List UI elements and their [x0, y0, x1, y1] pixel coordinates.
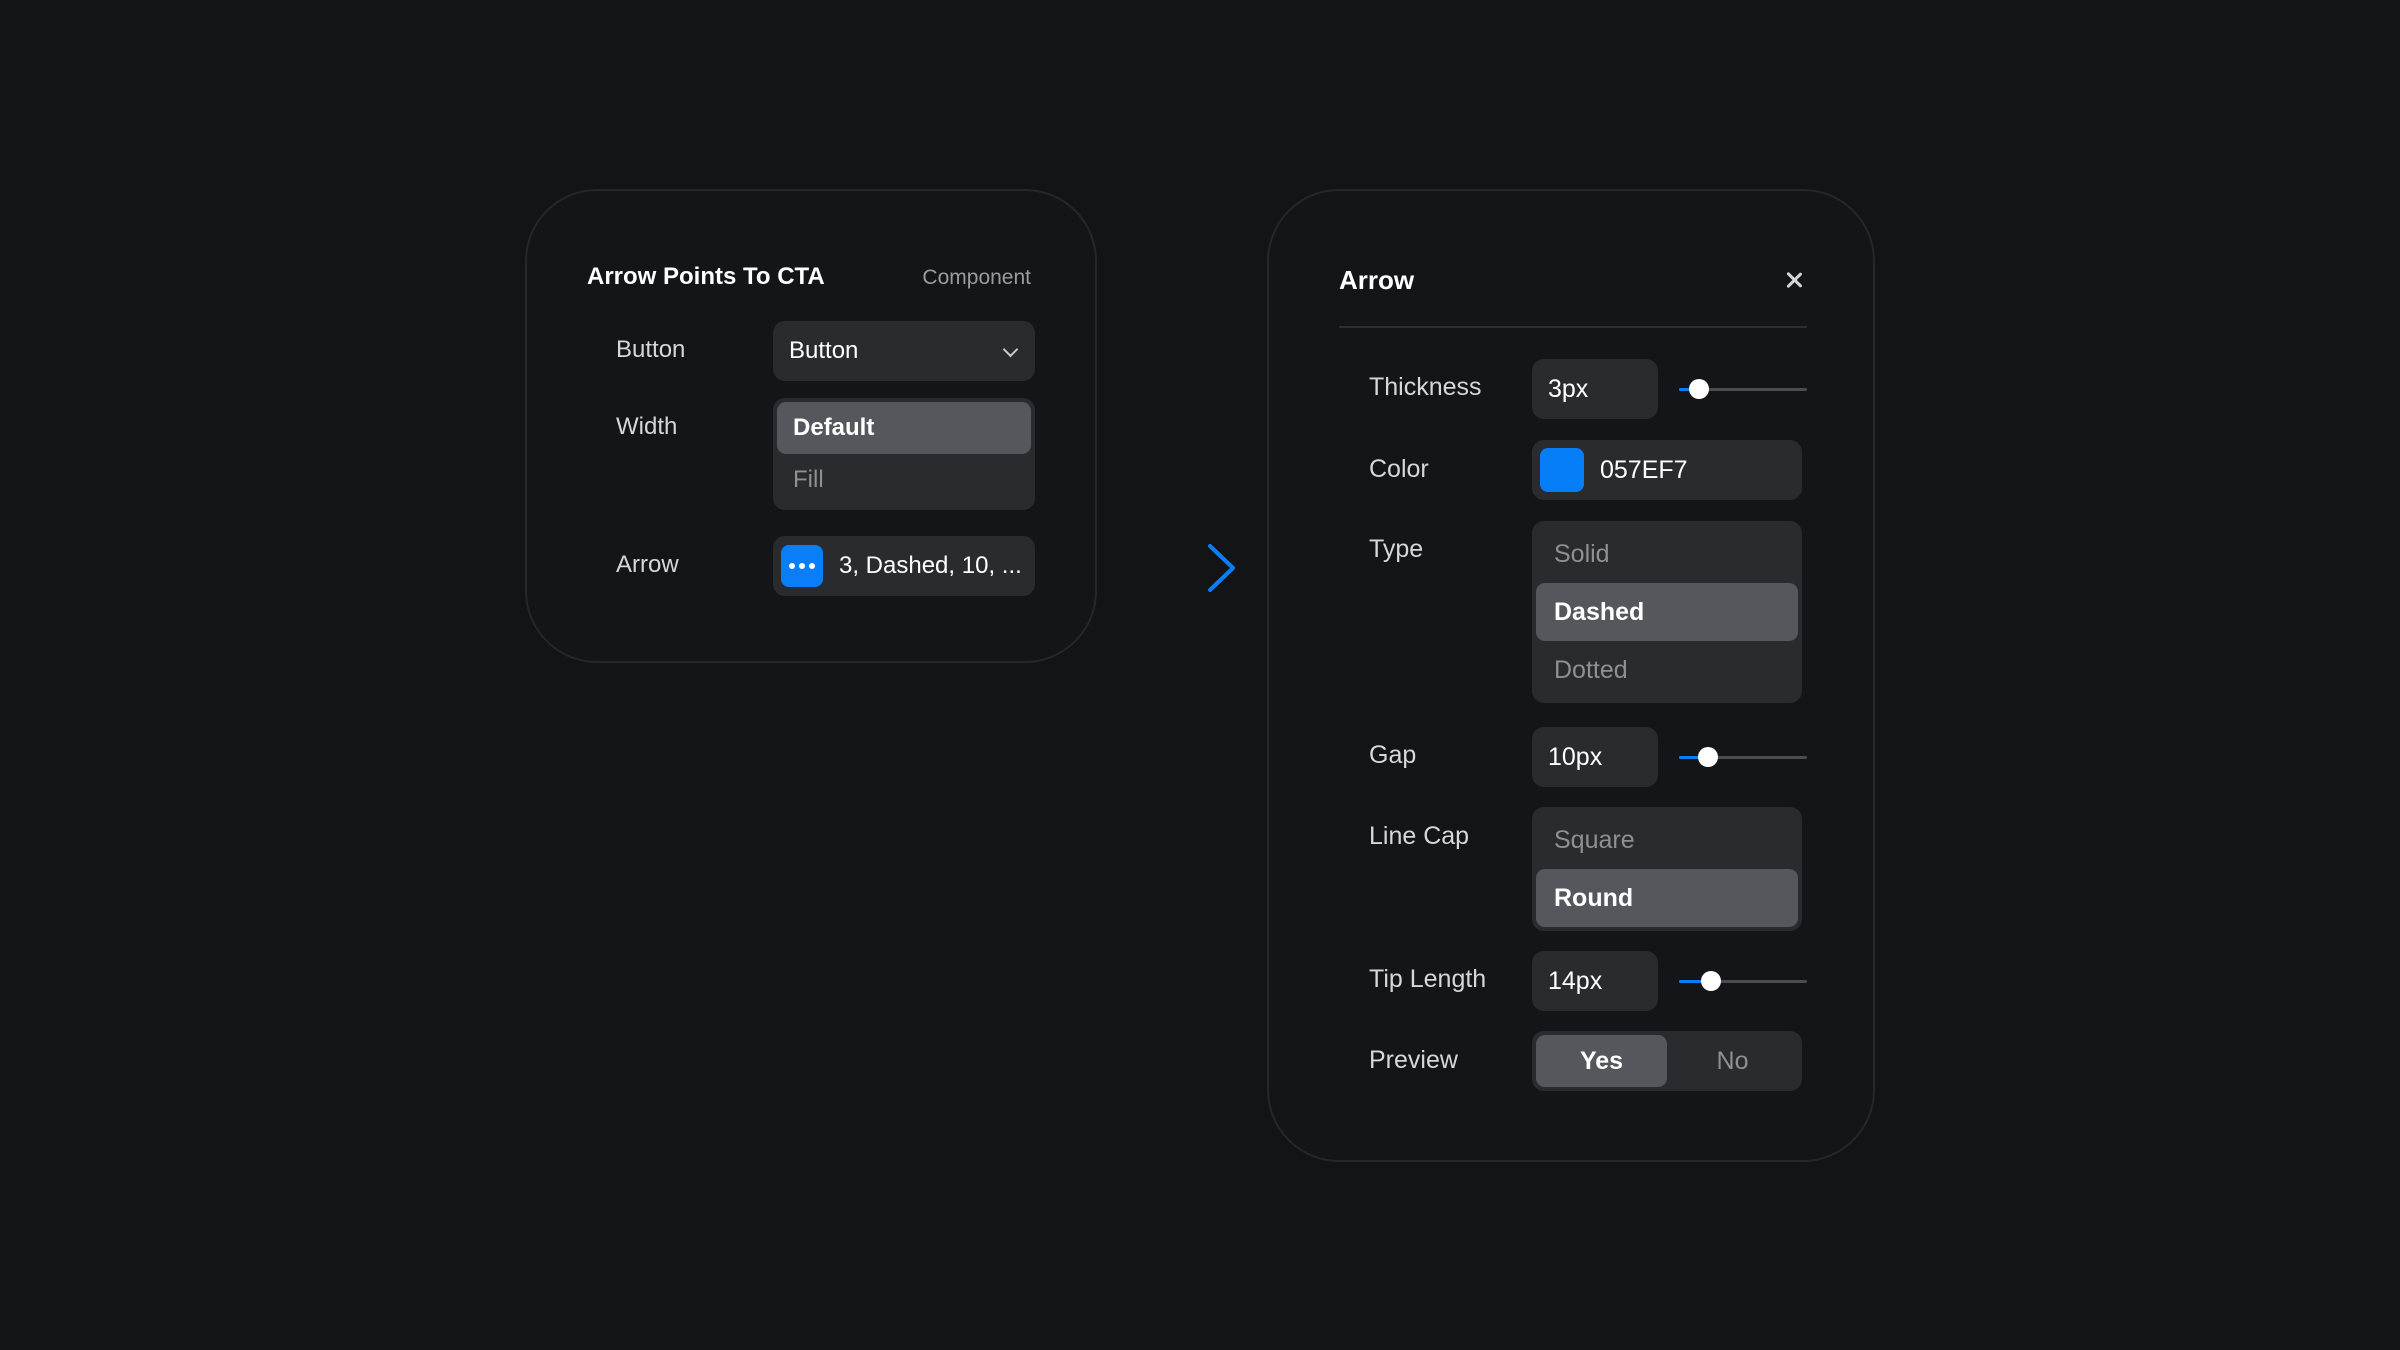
arrow-right-icon — [1102, 544, 1235, 592]
line-cap-option-round[interactable]: Round — [1536, 869, 1798, 927]
component-tag: Component — [922, 266, 1031, 289]
line-cap-label: Line Cap — [1369, 822, 1470, 850]
tip-length-slider[interactable] — [1679, 969, 1807, 993]
color-field[interactable]: 057EF7 — [1532, 440, 1802, 500]
button-select[interactable]: Button — [773, 321, 1035, 381]
color-label: Color — [1369, 455, 1429, 483]
color-hex-value: 057EF7 — [1600, 455, 1688, 484]
type-option-solid[interactable]: Solid — [1536, 525, 1798, 583]
width-option-default[interactable]: Default — [777, 402, 1031, 454]
arrow-field[interactable]: 3, Dashed, 10, ... — [773, 536, 1035, 596]
arrow-label: Arrow — [616, 551, 679, 578]
width-segmented-control: Default Fill — [773, 398, 1035, 510]
type-segmented-control: Solid Dashed Dotted — [1532, 521, 1802, 703]
width-label: Width — [616, 413, 678, 440]
slider-thumb[interactable] — [1689, 379, 1710, 399]
line-cap-segmented-control: Square Round — [1532, 807, 1802, 931]
tip-length-label: Tip Length — [1369, 965, 1487, 993]
chevron-down-icon — [1003, 344, 1017, 358]
button-label: Button — [616, 336, 686, 363]
button-select-value: Button — [789, 337, 859, 364]
width-option-fill[interactable]: Fill — [777, 454, 1031, 506]
type-option-dashed[interactable]: Dashed — [1536, 583, 1798, 641]
tip-length-input[interactable]: 14px — [1532, 951, 1658, 1011]
gap-slider[interactable] — [1679, 745, 1807, 769]
line-cap-option-square[interactable]: Square — [1536, 811, 1798, 869]
slider-thumb[interactable] — [1701, 971, 1721, 991]
thickness-label: Thickness — [1369, 373, 1482, 401]
canvas: Arrow Points To CTA Component Button But… — [0, 0, 2400, 1350]
type-option-dotted[interactable]: Dotted — [1536, 641, 1798, 699]
gap-input[interactable]: 10px — [1532, 727, 1658, 787]
more-dots-icon[interactable] — [781, 545, 823, 587]
arrow-settings-panel: Arrow Thickness 3px Color 057EF7 Type So… — [1267, 189, 1875, 1162]
thickness-slider[interactable] — [1679, 377, 1807, 401]
component-card: Arrow Points To CTA Component Button But… — [525, 189, 1097, 663]
preview-segmented-control: Yes No — [1532, 1031, 1802, 1091]
preview-option-yes[interactable]: Yes — [1536, 1035, 1667, 1087]
gap-label: Gap — [1369, 741, 1417, 769]
type-label: Type — [1369, 535, 1424, 563]
panel-title: Arrow — [1339, 265, 1415, 295]
component-title: Arrow Points To CTA — [587, 263, 825, 290]
slider-thumb[interactable] — [1698, 747, 1719, 767]
preview-option-no[interactable]: No — [1667, 1035, 1798, 1087]
arrow-field-value: 3, Dashed, 10, ... — [839, 552, 1022, 579]
color-swatch[interactable] — [1540, 448, 1584, 492]
thickness-input[interactable]: 3px — [1532, 359, 1658, 419]
close-icon[interactable] — [1781, 267, 1807, 293]
divider — [1339, 326, 1807, 328]
preview-label: Preview — [1369, 1046, 1458, 1074]
